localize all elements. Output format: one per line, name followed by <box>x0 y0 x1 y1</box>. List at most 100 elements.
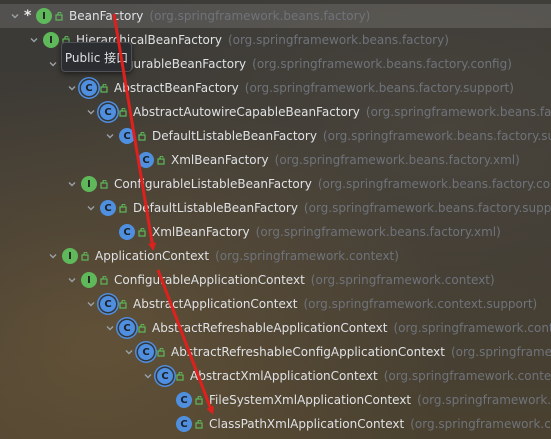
package-name: (org.springframework.context.support) <box>383 369 551 383</box>
chevron-down-icon[interactable] <box>84 105 98 119</box>
class-icon: C <box>176 416 192 432</box>
tooltip-text: Public 接口 <box>64 50 129 65</box>
interface-icon: I <box>62 248 78 264</box>
tree-row[interactable]: C XmlBeanFactory (org.springframework.bean… <box>0 148 551 172</box>
class-icon: C <box>176 392 192 408</box>
public-lock-icon <box>100 275 109 285</box>
package-name: (org.springframework.context.support) <box>410 417 551 431</box>
public-lock-icon <box>119 203 128 213</box>
public-lock-icon <box>176 371 185 381</box>
public-lock-icon <box>138 131 147 141</box>
public-lock-icon <box>119 299 128 309</box>
public-lock-icon <box>195 419 204 429</box>
public-lock-icon <box>138 227 147 237</box>
type-name: FileSystemXmlApplicationContext <box>209 393 412 407</box>
interface-icon: I <box>43 32 59 48</box>
public-lock-icon <box>157 155 166 165</box>
package-name: (org.springframework.beans.factory.confi… <box>252 57 512 71</box>
tree-row[interactable]: C AbstractApplicationContext (org.springfr… <box>0 292 551 316</box>
focus-star-icon: * <box>24 8 32 24</box>
chevron-down-icon[interactable] <box>84 201 98 215</box>
type-name: XmlBeanFactory <box>152 225 250 239</box>
tree-row[interactable]: C DefaultListableBeanFactory (org.springfr… <box>0 196 551 220</box>
package-name: (org.springframework.beans.factory) <box>227 33 449 47</box>
chevron-down-icon[interactable] <box>27 33 41 47</box>
class-icon: C <box>119 224 135 240</box>
type-name: AbstractAutowireCapableBeanFactory <box>133 105 360 119</box>
chevron-down-icon[interactable] <box>84 297 98 311</box>
public-lock-icon <box>55 11 64 21</box>
package-name: (org.springframework.beans.factory) <box>149 9 371 23</box>
tree-row[interactable]: C AbstractAutowireCapableBeanFactory (org.… <box>0 100 551 124</box>
tree-row[interactable]: I ConfigurableApplicationContext (org.spri… <box>0 268 551 292</box>
public-lock-icon <box>100 83 109 93</box>
type-name: DefaultListableBeanFactory <box>152 129 317 143</box>
public-lock-icon <box>138 323 147 333</box>
package-name: (org.springframework.context.support) <box>417 393 551 407</box>
type-name: AbstractXmlApplicationContext <box>190 369 378 383</box>
tree-row[interactable]: * I BeanFactory (org.springframework.beans.… <box>0 4 551 28</box>
package-name: (org.springframework.beans.factory.suppo… <box>365 105 551 119</box>
type-name: ApplicationContext <box>95 249 210 263</box>
tree-row[interactable]: C ClassPathXmlApplicationContext (org.spri… <box>0 412 551 436</box>
tree-row[interactable]: C AbstractRefreshableConfigApplicationCon… <box>0 340 551 364</box>
tree-row[interactable]: I ConfigurableListableBeanFactory (org.spr… <box>0 172 551 196</box>
chevron-down-icon[interactable] <box>122 345 136 359</box>
public-lock-icon <box>119 107 128 117</box>
interface-icon: I <box>81 176 97 192</box>
tree-row[interactable]: C AbstractRefreshableApplicationContext (o… <box>0 316 551 340</box>
chevron-down-icon[interactable] <box>46 249 60 263</box>
type-name: AbstractRefreshableApplicationContext <box>152 321 388 335</box>
tooltip: Public 接口 <box>61 42 132 72</box>
package-name: (org.springframework.context.support) <box>393 321 551 335</box>
abstract-class-icon: C <box>100 296 116 312</box>
type-name: ClassPathXmlApplicationContext <box>209 417 405 431</box>
chevron-down-icon[interactable] <box>103 129 117 143</box>
chevron-down-icon[interactable] <box>141 369 155 383</box>
package-name: (org.springframework.beans.factory.suppo… <box>303 201 551 215</box>
chevron-down-icon[interactable] <box>65 81 79 95</box>
public-lock-icon <box>81 251 90 261</box>
public-lock-icon <box>157 347 166 357</box>
type-name: AbstractBeanFactory <box>114 81 239 95</box>
tree-row[interactable]: I ApplicationContext (org.springframework.… <box>0 244 551 268</box>
abstract-class-icon: C <box>157 368 173 384</box>
package-name: (org.springframework.context.support) <box>450 345 551 359</box>
type-name: XmlBeanFactory <box>171 153 269 167</box>
chevron-down-icon[interactable] <box>103 321 117 335</box>
chevron-down-icon[interactable] <box>65 273 79 287</box>
chevron-down-icon[interactable] <box>65 177 79 191</box>
chevron-down-icon[interactable] <box>46 57 60 71</box>
abstract-class-icon: C <box>100 104 116 120</box>
abstract-class-icon: C <box>119 320 135 336</box>
package-name: (org.springframework.beans.factory.xml) <box>274 153 520 167</box>
tree-row[interactable]: C DefaultListableBeanFactory (org.springfr… <box>0 124 551 148</box>
class-icon: C <box>138 152 154 168</box>
type-name: ConfigurableApplicationContext <box>114 273 305 287</box>
interface-icon: I <box>36 8 52 24</box>
type-name: AbstractRefreshableConfigApplicationCont… <box>171 345 445 359</box>
abstract-class-icon: C <box>81 80 97 96</box>
type-name: ConfigurableListableBeanFactory <box>114 177 312 191</box>
package-name: (org.springframework.beans.factory.suppo… <box>322 129 551 143</box>
public-lock-icon <box>195 395 204 405</box>
type-name: BeanFactory <box>69 9 144 23</box>
class-icon: C <box>119 128 135 144</box>
type-name: AbstractApplicationContext <box>133 297 298 311</box>
chevron-down-icon[interactable] <box>8 9 22 23</box>
tree-row[interactable]: C AbstractXmlApplicationContext (org.sprin… <box>0 364 551 388</box>
abstract-class-icon: C <box>138 344 154 360</box>
tree-row[interactable]: C XmlBeanFactory (org.springframework.bean… <box>0 220 551 244</box>
package-name: (org.springframework.context) <box>310 273 495 287</box>
type-name: DefaultListableBeanFactory <box>133 201 298 215</box>
tree-row[interactable]: C FileSystemXmlApplicationContext (org.spr… <box>0 388 551 412</box>
package-name: (org.springframework.beans.factory.xml) <box>255 225 501 239</box>
package-name: (org.springframework.beans.factory.confi… <box>317 177 551 191</box>
package-name: (org.springframework.context) <box>215 249 399 263</box>
public-lock-icon <box>100 179 109 189</box>
interface-icon: I <box>81 272 97 288</box>
tree-row[interactable]: C AbstractBeanFactory (org.springframework… <box>0 76 551 100</box>
